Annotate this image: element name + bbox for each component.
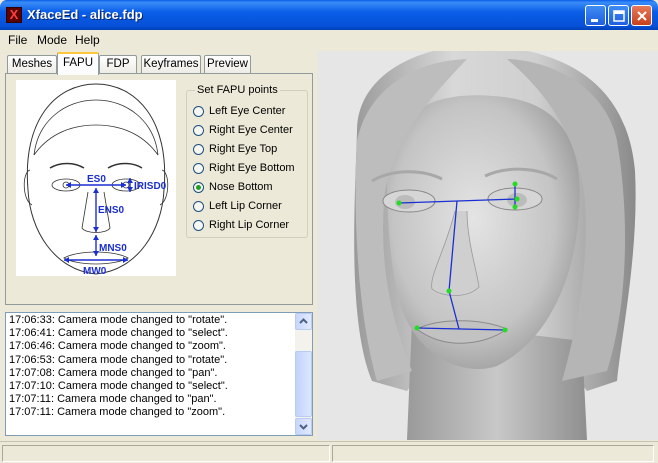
- log-lines: 17:06:33: Camera mode changed to "rotate…: [9, 314, 228, 420]
- label-irisd0: IRISD0: [134, 181, 167, 192]
- log-line: 17:07:08: Camera mode changed to "pan".: [9, 366, 218, 379]
- window-title: XfaceEd - alice.fdp: [27, 7, 143, 22]
- tab-fapu[interactable]: FAPU: [57, 52, 99, 75]
- radio-right-eye-bottom[interactable]: Right Eye Bottom: [193, 161, 313, 177]
- log-line: 17:06:53: Camera mode changed to "rotate…: [9, 353, 228, 366]
- chevron-up-icon: [299, 318, 308, 324]
- radio-right-lip-corner[interactable]: Right Lip Corner: [193, 218, 313, 234]
- scroll-thumb[interactable]: [295, 351, 312, 417]
- radio-left-lip-corner[interactable]: Left Lip Corner: [193, 199, 313, 215]
- close-button[interactable]: [631, 5, 652, 26]
- radio-icon: [193, 125, 204, 136]
- label-ens0: ENS0: [98, 205, 125, 216]
- radio-icon: [193, 182, 204, 193]
- label-es0: ES0: [87, 174, 106, 185]
- log-line: 17:07:10: Camera mode changed to "select…: [9, 380, 228, 393]
- maximize-icon: [613, 10, 625, 22]
- tab-keyframes[interactable]: Keyframes: [141, 55, 201, 74]
- maximize-button[interactable]: [608, 5, 629, 26]
- log-scrollbar[interactable]: [295, 313, 312, 435]
- label-mns0: MNS0: [99, 243, 127, 254]
- menu-file[interactable]: File: [8, 33, 27, 47]
- log-line: 17:06:41: Camera mode changed to "select…: [9, 327, 228, 340]
- radio-nose-bottom[interactable]: Nose Bottom: [193, 180, 313, 196]
- radio-right-eye-top[interactable]: Right Eye Top: [193, 142, 313, 158]
- radio-icon: [193, 163, 204, 174]
- fapu-tab-panel: ES0 IRISD0 ENS0 MNS0 MW0 Set FAPU points…: [5, 73, 313, 305]
- menu-help[interactable]: Help: [75, 33, 100, 47]
- scroll-down-button[interactable]: [295, 418, 312, 435]
- 3d-viewport[interactable]: [317, 51, 658, 440]
- radio-icon: [193, 201, 204, 212]
- minimize-button[interactable]: [585, 5, 606, 26]
- status-bar: [0, 441, 658, 463]
- minimize-icon: [591, 19, 598, 22]
- title-bar[interactable]: X XfaceEd - alice.fdp: [0, 0, 658, 30]
- close-icon: [637, 11, 647, 21]
- chevron-down-icon: [299, 424, 308, 430]
- log-line: 17:06:33: Camera mode changed to "rotate…: [9, 314, 228, 326]
- status-pane-right: [332, 445, 654, 462]
- radio-icon: [193, 106, 204, 117]
- fapu-face-diagram: ES0 IRISD0 ENS0 MNS0 MW0: [16, 80, 176, 277]
- log-line: 17:07:11: Camera mode changed to "pan".: [9, 393, 217, 406]
- status-pane-left: [2, 445, 330, 462]
- scroll-up-button[interactable]: [295, 313, 312, 330]
- radio-right-eye-center[interactable]: Right Eye Center: [193, 123, 313, 139]
- log-line: 17:07:11: Camera mode changed to "zoom".: [9, 406, 226, 419]
- radio-icon: [193, 144, 204, 155]
- radio-icon: [193, 220, 204, 231]
- tab-preview[interactable]: Preview: [204, 55, 251, 74]
- menu-bar: File Mode Help: [0, 30, 658, 50]
- radio-left-eye-center[interactable]: Left Eye Center: [193, 104, 313, 120]
- label-mw0: MW0: [83, 266, 107, 276]
- app-icon[interactable]: X: [6, 7, 22, 23]
- menu-mode[interactable]: Mode: [37, 33, 67, 47]
- tab-fdp[interactable]: FDP: [99, 55, 137, 74]
- tab-meshes[interactable]: Meshes: [7, 55, 57, 74]
- fapu-points-title: Set FAPU points: [195, 84, 280, 96]
- log-line: 17:06:46: Camera mode changed to "zoom".: [9, 340, 226, 353]
- log-output[interactable]: 17:06:33: Camera mode changed to "rotate…: [5, 312, 313, 436]
